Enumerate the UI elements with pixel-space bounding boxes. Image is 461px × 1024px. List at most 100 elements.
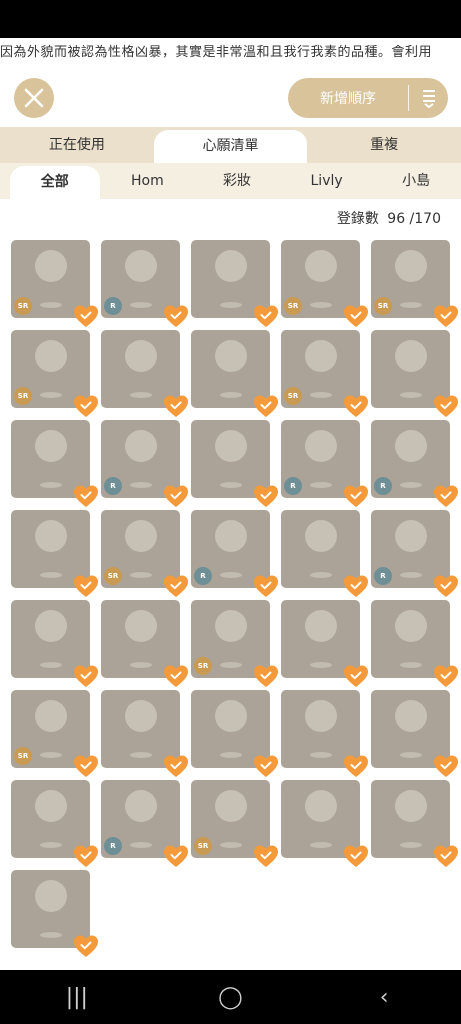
wishlist-heart-icon[interactable] [343, 664, 369, 688]
item-card-teal-eyes-face[interactable] [101, 690, 188, 777]
mannequin-stand [129, 842, 152, 848]
wishlist-heart-icon[interactable] [73, 664, 99, 688]
back-icon[interactable]: ‹ [364, 985, 404, 1010]
subtab-livly[interactable]: Livly [282, 163, 372, 199]
item-thumbnail [34, 700, 67, 732]
item-thumbnail [124, 250, 157, 282]
item-card-green-frog[interactable] [191, 330, 278, 417]
wishlist-heart-icon[interactable] [163, 574, 189, 598]
wishlist-heart-icon[interactable] [343, 574, 369, 598]
mannequin-stand [399, 842, 422, 848]
item-thumbnail [304, 250, 337, 282]
tab-in-use[interactable]: 正在使用 [0, 127, 154, 163]
item-card-ribbon-collar[interactable] [371, 330, 458, 417]
wishlist-heart-icon[interactable] [73, 934, 99, 958]
wishlist-heart-icon[interactable] [73, 754, 99, 778]
close-button[interactable] [14, 78, 54, 118]
item-card-gold-trim-cape[interactable] [281, 780, 368, 867]
wishlist-heart-icon[interactable] [73, 304, 99, 328]
item-card-leaf-umbrella[interactable] [281, 600, 368, 687]
wishlist-heart-icon[interactable] [343, 844, 369, 868]
wishlist-heart-icon[interactable] [253, 394, 279, 418]
item-card-blue-eyes-face[interactable]: SR [11, 240, 98, 327]
item-card-yellow-hair[interactable]: SR [281, 240, 368, 327]
item-card-orange-dress[interactable] [191, 240, 278, 327]
item-card-blonde-braids[interactable]: SR [101, 510, 188, 597]
wishlist-heart-icon[interactable] [163, 844, 189, 868]
category-tabs: 全部 Hom 彩妝 Livly 小島 [0, 163, 461, 199]
item-card-pink-bow-head[interactable] [191, 690, 278, 777]
wishlist-heart-icon[interactable] [253, 844, 279, 868]
home-icon[interactable]: ◯ [210, 985, 250, 1010]
item-card-black-cat-hood[interactable]: R [101, 240, 188, 327]
item-card-light-blue-dress[interactable] [281, 510, 368, 597]
wishlist-heart-icon[interactable] [343, 754, 369, 778]
wishlist-heart-icon[interactable] [253, 574, 279, 598]
item-card-sun-halo[interactable] [11, 870, 98, 957]
wishlist-heart-icon[interactable] [433, 844, 459, 868]
item-card-bob-hair[interactable] [101, 330, 188, 417]
item-card-white-coat[interactable]: R [281, 420, 368, 507]
subtab-makeup[interactable]: 彩妝 [192, 163, 282, 199]
wishlist-heart-icon[interactable] [163, 304, 189, 328]
item-card-white-feather[interactable]: SR [281, 330, 368, 417]
item-card-orange-balloon[interactable]: R [191, 510, 278, 597]
tab-wishlist[interactable]: 心願清單 [153, 130, 308, 163]
wishlist-heart-icon[interactable] [343, 394, 369, 418]
item-card-halo-outfit[interactable]: SR [191, 780, 278, 867]
rarity-badge: SR [14, 297, 32, 315]
wishlist-heart-icon[interactable] [253, 304, 279, 328]
item-card-red-hood[interactable]: R [101, 420, 188, 507]
wishlist-heart-icon[interactable] [73, 394, 99, 418]
wishlist-heart-icon[interactable] [73, 484, 99, 508]
subtab-island[interactable]: 小島 [371, 163, 461, 199]
tab-duplicates[interactable]: 重複 [307, 127, 461, 163]
wishlist-heart-icon[interactable] [433, 754, 459, 778]
item-card-lavender-hair[interactable]: R [101, 780, 188, 867]
item-card-black-dress[interactable] [11, 420, 98, 507]
sort-button[interactable]: 新增順序 [288, 78, 448, 118]
wishlist-heart-icon[interactable] [253, 664, 279, 688]
item-card-pink-long-hair[interactable]: SR [191, 600, 278, 687]
item-card-blue-sparkles[interactable] [11, 780, 98, 867]
item-card-teal-jacket[interactable] [371, 690, 458, 777]
item-card-round-glasses[interactable] [11, 510, 98, 597]
wishlist-heart-icon[interactable] [163, 664, 189, 688]
item-card-lily-branch[interactable] [101, 600, 188, 687]
wishlist-heart-icon[interactable] [433, 304, 459, 328]
wishlist-heart-icon[interactable] [253, 484, 279, 508]
mannequin-stand [129, 752, 152, 758]
sort-list-icon[interactable] [409, 87, 448, 109]
system-nav-bar: ||| ◯ ‹ [0, 970, 461, 1024]
wishlist-heart-icon[interactable] [343, 304, 369, 328]
wishlist-heart-icon[interactable] [253, 754, 279, 778]
wishlist-heart-icon[interactable] [163, 484, 189, 508]
wishlist-heart-icon[interactable] [343, 484, 369, 508]
mannequin-stand [219, 302, 242, 308]
wishlist-heart-icon[interactable] [73, 844, 99, 868]
item-thumbnail [214, 610, 247, 642]
wishlist-heart-icon[interactable] [163, 754, 189, 778]
item-card-long-wavy-hair[interactable]: SR [11, 330, 98, 417]
collection-value: 96 /170 [387, 211, 441, 227]
item-card-white-braids[interactable]: R [371, 510, 458, 597]
wishlist-heart-icon[interactable] [433, 394, 459, 418]
wishlist-heart-icon[interactable] [433, 664, 459, 688]
subtab-all[interactable]: 全部 [10, 166, 100, 199]
item-card-purple-hair[interactable]: SR [11, 690, 98, 777]
item-card-dark-vest[interactable] [371, 780, 458, 867]
item-card-white-outfit[interactable] [191, 420, 278, 507]
wishlist-heart-icon[interactable] [73, 574, 99, 598]
subtab-hom[interactable]: Hom [103, 163, 193, 199]
item-card-leaf-crown[interactable] [11, 600, 98, 687]
wishlist-heart-icon[interactable] [433, 574, 459, 598]
item-card-black-hair[interactable]: R [371, 420, 458, 507]
wishlist-heart-icon[interactable] [433, 484, 459, 508]
wishlist-heart-icon[interactable] [163, 394, 189, 418]
item-card-black-boots[interactable] [281, 690, 368, 777]
recent-apps-icon[interactable]: ||| [57, 985, 97, 1010]
item-card-white-cape[interactable] [371, 600, 458, 687]
item-card-brown-hair[interactable]: SR [371, 240, 458, 327]
item-grid: SR R SR SR SR SR R R R SR R R SR SR R SR [11, 240, 458, 957]
item-thumbnail [124, 610, 157, 642]
